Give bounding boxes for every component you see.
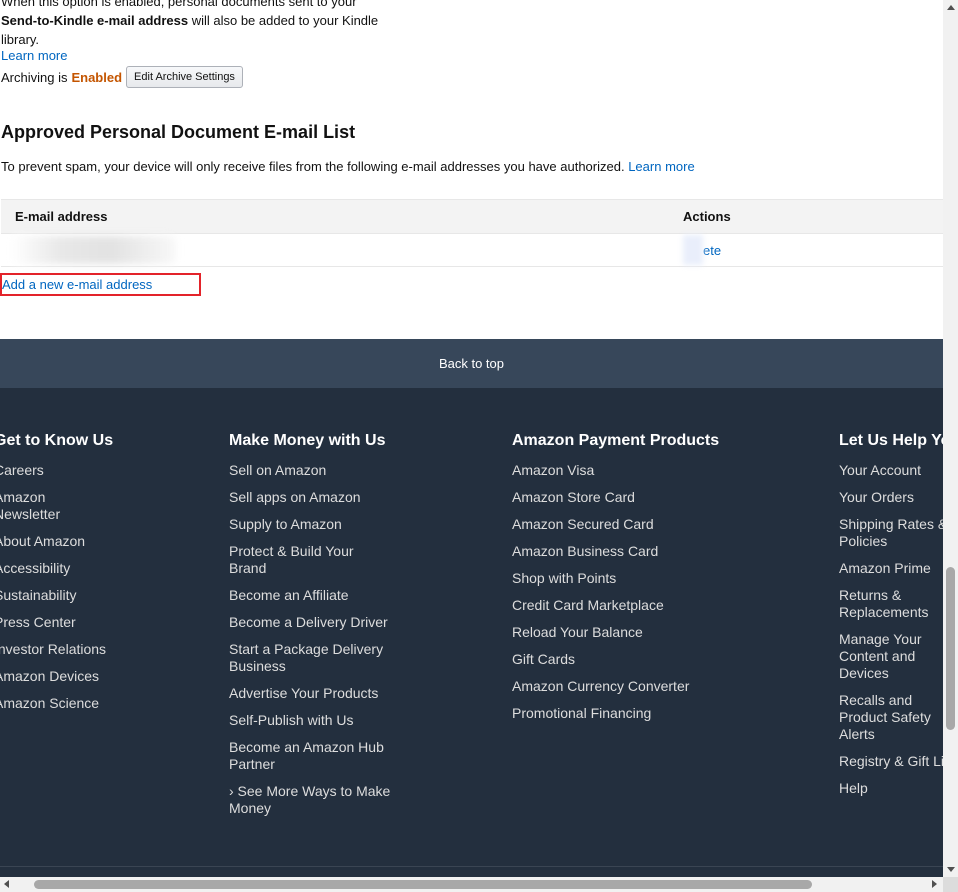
footer-link[interactable]: Shipping Rates & Policies xyxy=(839,516,943,550)
footer-column-title: Get to Know Us xyxy=(0,432,114,449)
footer-column-title: Amazon Payment Products xyxy=(512,432,720,449)
horizontal-scrollbar-thumb[interactable] xyxy=(34,880,812,889)
footer-link[interactable]: Amazon Business Card xyxy=(512,543,712,560)
redacted-email xyxy=(11,236,176,264)
footer-link[interactable]: Protect & Build Your Brand xyxy=(229,543,369,577)
vertical-scrollbar-thumb[interactable] xyxy=(946,567,955,730)
footer-column-title: Let Us Help You xyxy=(839,432,943,449)
footer-link[interactable]: Careers xyxy=(0,462,112,479)
footer-link[interactable]: Your Account xyxy=(839,462,943,479)
column-header-email: E-mail address xyxy=(15,209,108,224)
footer-link[interactable]: Self-Publish with Us xyxy=(229,712,399,729)
footer-link[interactable]: Shop with Points xyxy=(512,570,712,587)
vertical-scrollbar[interactable] xyxy=(943,0,958,877)
footer-link[interactable]: › See More Ways to Make Money xyxy=(229,783,397,817)
footer-link[interactable]: Help xyxy=(839,780,943,797)
edit-archive-settings-button[interactable]: Edit Archive Settings xyxy=(126,66,243,88)
delete-link[interactable]: ete xyxy=(703,243,721,258)
footer-link[interactable]: Manage Your Content and Devices xyxy=(839,631,943,682)
intro-line1: When this option is enabled, personal do… xyxy=(1,0,357,9)
approved-list-description: To prevent spam, your device will only r… xyxy=(1,159,695,174)
archive-description: When this option is enabled, personal do… xyxy=(1,0,401,49)
footer-link[interactable]: Accessibility xyxy=(0,560,112,577)
footer-link[interactable]: Amazon Visa xyxy=(512,462,712,479)
intro-line2: will also be added to your Kindle xyxy=(188,13,379,28)
scroll-left-arrow-icon[interactable] xyxy=(4,880,9,888)
footer-link[interactable]: Supply to Amazon xyxy=(229,516,399,533)
footer-link[interactable]: Become an Affiliate xyxy=(229,587,399,604)
footer-link[interactable]: Amazon Newsletter xyxy=(0,489,64,523)
actions-cell: ete xyxy=(683,235,721,265)
footer-link[interactable]: About Amazon xyxy=(0,533,112,550)
footer-link[interactable]: Sell apps on Amazon xyxy=(229,489,399,506)
back-to-top-button[interactable]: Back to top xyxy=(0,339,943,388)
archiving-label: Archiving is xyxy=(1,69,68,85)
footer-link[interactable]: Returns & Replacements xyxy=(839,587,939,621)
footer-link[interactable]: Sell on Amazon xyxy=(229,462,399,479)
scroll-right-arrow-icon[interactable] xyxy=(932,880,937,888)
approved-email-table: E-mail address Actions ete xyxy=(1,199,943,267)
footer-link[interactable]: Advertise Your Products xyxy=(229,685,399,702)
footer-link[interactable]: Amazon Currency Converter xyxy=(512,678,712,695)
approved-list-title: Approved Personal Document E-mail List xyxy=(1,122,356,142)
add-email-highlight: Add a new e-mail address xyxy=(0,273,201,296)
footer-column-title: Make Money with Us xyxy=(229,432,386,449)
footer-link[interactable]: Gift Cards xyxy=(512,651,712,668)
footer-link[interactable]: Amazon Science xyxy=(0,695,112,712)
footer-link[interactable]: Recalls and Product Safety Alerts xyxy=(839,692,943,743)
footer-column-make-money: Make Money with Us Sell on Amazon Sell a… xyxy=(229,432,399,827)
approved-description-text: To prevent spam, your device will only r… xyxy=(1,159,625,174)
footer-link[interactable]: Investor Relations xyxy=(0,641,112,658)
table-header: E-mail address Actions xyxy=(1,200,943,234)
footer-link[interactable]: Press Center xyxy=(0,614,112,631)
footer-column-payment-products: Amazon Payment Products Amazon Visa Amaz… xyxy=(512,432,719,732)
archiving-status-row: Archiving is Enabled Edit Archive Settin… xyxy=(1,66,243,88)
footer-link[interactable]: Amazon Devices xyxy=(0,668,112,685)
footer-link[interactable]: Credit Card Marketplace xyxy=(512,597,712,614)
footer-link[interactable]: Your Orders xyxy=(839,489,943,506)
scroll-down-arrow-icon[interactable] xyxy=(947,867,955,872)
learn-more-archive-link[interactable]: Learn more xyxy=(1,48,67,63)
learn-more-approved-link[interactable]: Learn more xyxy=(628,159,694,174)
archiving-status: Enabled xyxy=(71,69,123,85)
footer-link[interactable]: Amazon Store Card xyxy=(512,489,712,506)
footer-link[interactable]: Registry & Gift List xyxy=(839,753,943,770)
footer-column-get-to-know-us: Get to Know Us Careers Amazon Newsletter… xyxy=(0,432,113,722)
intro-bold-address: Send-to-Kindle e-mail address xyxy=(1,13,189,28)
footer-link[interactable]: Become an Amazon Hub Partner xyxy=(229,739,391,773)
footer-link[interactable]: Sustainability xyxy=(0,587,112,604)
intro-line3: library. xyxy=(1,32,40,47)
footer-link[interactable]: Promotional Financing xyxy=(512,705,712,722)
page-viewport: When this option is enabled, personal do… xyxy=(0,0,943,877)
add-new-email-link[interactable]: Add a new e-mail address xyxy=(2,277,152,292)
footer-divider xyxy=(0,866,943,867)
table-row: ete xyxy=(1,234,943,267)
footer-column-let-us-help: Let Us Help You Your Account Your Orders… xyxy=(839,432,943,807)
footer-link[interactable]: Become a Delivery Driver xyxy=(229,614,399,631)
footer-link[interactable]: Amazon Prime xyxy=(839,560,943,577)
email-cell xyxy=(1,234,683,266)
column-header-actions: Actions xyxy=(683,209,731,224)
scroll-up-arrow-icon[interactable] xyxy=(947,5,955,10)
footer-link[interactable]: Reload Your Balance xyxy=(512,624,712,641)
footer-link[interactable]: Amazon Secured Card xyxy=(512,516,712,533)
redacted-action-prefix xyxy=(683,235,703,265)
footer: Get to Know Us Careers Amazon Newsletter… xyxy=(0,388,943,877)
scrollbar-corner xyxy=(943,877,958,892)
footer-link[interactable]: Start a Package Delivery Business xyxy=(229,641,389,675)
